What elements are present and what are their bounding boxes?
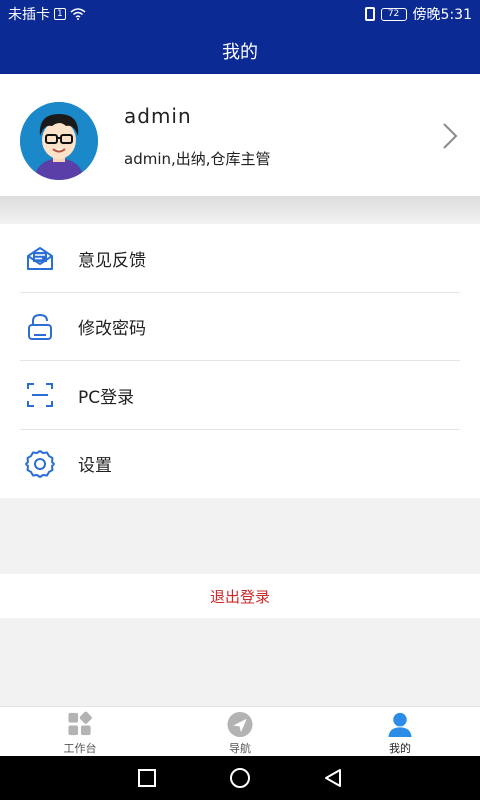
system-nav-bar bbox=[0, 756, 480, 800]
profile-roles: admin,出纳,仓库主管 bbox=[124, 150, 271, 168]
wifi-icon bbox=[70, 8, 86, 20]
tab-label: 导航 bbox=[229, 742, 251, 755]
gear-icon bbox=[25, 449, 55, 478]
tab-label: 工作台 bbox=[63, 742, 97, 755]
settings-menu: 意见反馈 修改密码 PC登录 设置 bbox=[0, 224, 480, 498]
page-title: 我的 bbox=[222, 42, 258, 63]
menu-item-label: 修改密码 bbox=[78, 319, 146, 340]
home-icon[interactable] bbox=[229, 767, 251, 789]
profile-card[interactable]: admin admin,出纳,仓库主管 bbox=[0, 74, 480, 196]
feedback-mail-icon bbox=[27, 247, 53, 271]
avatar bbox=[20, 102, 98, 180]
menu-item-pc-login[interactable]: PC登录 bbox=[0, 361, 480, 430]
avatar-icon bbox=[20, 102, 98, 180]
carrier-text: 未插卡 bbox=[8, 7, 50, 23]
scan-icon bbox=[27, 383, 53, 408]
title-bar: 我的 bbox=[0, 28, 480, 74]
tab-mine[interactable]: 我的 bbox=[320, 707, 480, 756]
menu-item-settings[interactable]: 设置 bbox=[0, 430, 480, 499]
sim-badge: 1 bbox=[54, 8, 66, 20]
back-icon[interactable] bbox=[322, 767, 344, 789]
logout-label: 退出登录 bbox=[209, 587, 270, 606]
bottom-tab-bar: 工作台 导航 我的 bbox=[0, 706, 480, 756]
workbench-icon bbox=[68, 711, 92, 736]
menu-item-label: 意见反馈 bbox=[78, 250, 146, 271]
profile-username: admin bbox=[124, 104, 192, 128]
menu-item-feedback[interactable]: 意见反馈 bbox=[0, 224, 480, 293]
logout-button[interactable]: 退出登录 bbox=[0, 574, 480, 618]
chevron-right-icon bbox=[443, 123, 458, 149]
tab-navigation[interactable]: 导航 bbox=[160, 707, 320, 756]
user-icon bbox=[388, 712, 412, 738]
tab-workbench[interactable]: 工作台 bbox=[0, 707, 160, 756]
clock-text: 傍晚5:31 bbox=[412, 7, 472, 23]
tab-label: 我的 bbox=[389, 742, 411, 755]
section-divider bbox=[0, 196, 480, 224]
menu-item-label: PC登录 bbox=[78, 387, 135, 408]
menu-item-label: 设置 bbox=[78, 456, 112, 477]
lock-icon bbox=[28, 313, 52, 340]
menu-item-change-password[interactable]: 修改密码 bbox=[0, 293, 480, 361]
recents-icon[interactable] bbox=[136, 767, 158, 789]
battery-indicator: 72 bbox=[380, 7, 407, 21]
vibrate-icon bbox=[364, 7, 375, 21]
navigation-icon bbox=[227, 711, 253, 738]
status-bar: 未插卡 1 72 傍晚5:31 bbox=[0, 0, 480, 28]
